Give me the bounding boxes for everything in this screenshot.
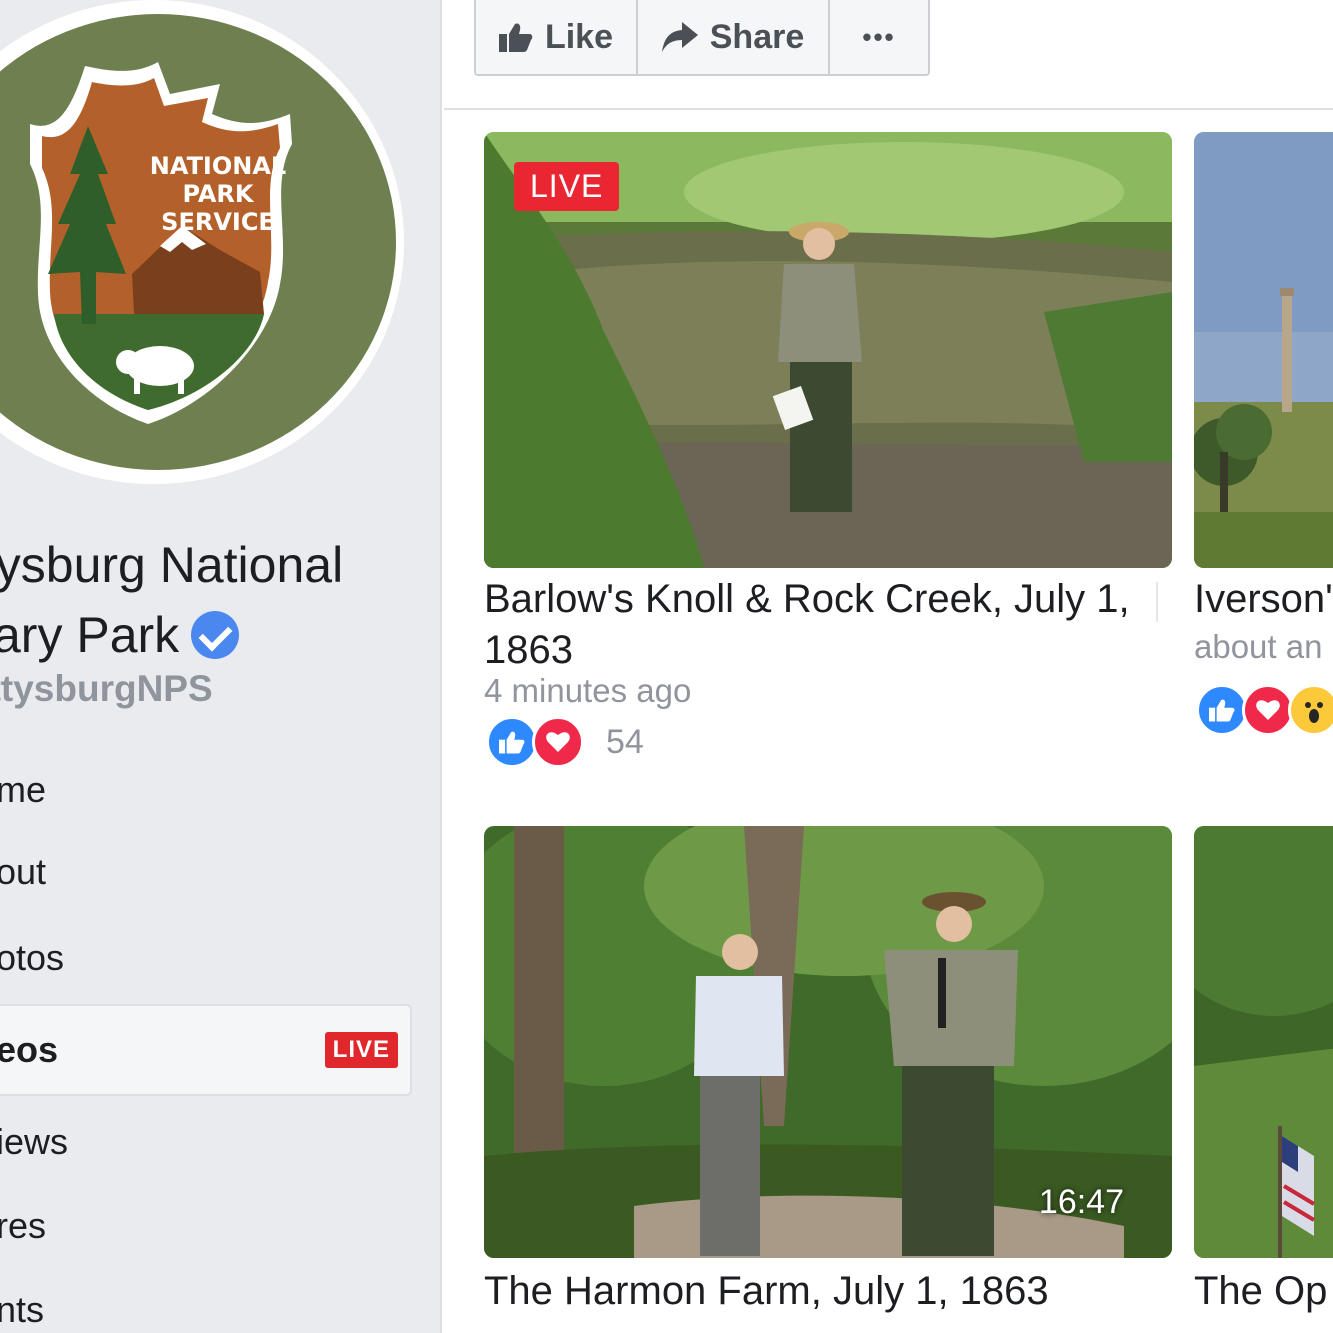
like-reaction-icon bbox=[486, 716, 538, 768]
sidebar-item-label: out bbox=[0, 851, 47, 892]
profile-picture[interactable]: NATIONAL PARK SERVICE bbox=[0, 14, 396, 470]
love-reaction-icon bbox=[532, 716, 584, 768]
sidebar-item-reviews[interactable]: iews bbox=[0, 1096, 412, 1188]
live-tag: LIVE bbox=[514, 162, 620, 211]
nps-arrowhead-logo: NATIONAL PARK SERVICE bbox=[30, 62, 292, 424]
video-timestamp: 4 minutes ago bbox=[484, 672, 692, 709]
page-sidebar: NATIONAL PARK SERVICE ttysburg National … bbox=[0, 0, 442, 1333]
video-title[interactable]: The Harmon Farm, July 1, 1863 bbox=[484, 1266, 1164, 1320]
sidebar-item-label: me bbox=[0, 769, 47, 810]
page-action-bar: Like Share ••• bbox=[444, 0, 1333, 110]
nps-logo-text-1: NATIONAL bbox=[150, 152, 286, 180]
sidebar-item-photos[interactable]: otos bbox=[0, 912, 412, 1004]
video-duration: 16:47 bbox=[1038, 1183, 1124, 1221]
reaction-count: 54 bbox=[606, 722, 644, 761]
share-arrow-icon bbox=[661, 22, 698, 52]
sidebar-item-home[interactable]: me bbox=[0, 744, 412, 836]
video-thumbnail[interactable]: LIVE bbox=[484, 132, 1172, 568]
share-button[interactable]: Share bbox=[638, 0, 830, 74]
video-thumbnail[interactable]: 16:47 bbox=[484, 826, 1172, 1258]
like-button[interactable]: Like bbox=[476, 0, 638, 74]
sidebar-item-videos[interactable]: eos LIVE bbox=[0, 1004, 412, 1096]
nps-logo-text-2: PARK bbox=[182, 180, 254, 208]
video-thumbnail[interactable] bbox=[1194, 132, 1333, 568]
wow-reaction-icon bbox=[1288, 684, 1333, 736]
sidebar-item-stores[interactable]: res bbox=[0, 1180, 412, 1272]
live-badge: LIVE bbox=[324, 1032, 398, 1068]
sidebar-item-events[interactable]: nts bbox=[0, 1264, 412, 1333]
sidebar-item-label: res bbox=[0, 1205, 47, 1246]
like-reaction-icon bbox=[1196, 684, 1248, 736]
sidebar-item-label: otos bbox=[0, 937, 65, 978]
more-options-button[interactable]: ••• bbox=[830, 0, 928, 74]
video-thumbnail[interactable] bbox=[1194, 826, 1333, 1258]
reactions-summary[interactable]: 54 bbox=[486, 716, 644, 768]
page-handle[interactable]: ettysburgNPS bbox=[0, 668, 213, 710]
like-button-label: Like bbox=[544, 17, 614, 56]
action-button-group: Like Share ••• bbox=[474, 0, 930, 76]
share-button-label: Share bbox=[709, 17, 805, 56]
thumbs-up-icon bbox=[498, 22, 533, 52]
video-thumbnail-image bbox=[1194, 826, 1333, 1258]
video-title[interactable]: Barlow's Knoll & Rock Creek, July 1, 186… bbox=[484, 574, 1164, 680]
video-timestamp: about an bbox=[1194, 628, 1323, 665]
nps-logo-text-3: SERVICE bbox=[161, 208, 275, 236]
sidebar-item-about[interactable]: out bbox=[0, 826, 412, 918]
sidebar-item-label: iews bbox=[0, 1121, 69, 1162]
verified-badge-icon bbox=[191, 611, 240, 659]
card-divider bbox=[1156, 582, 1158, 622]
sidebar-item-label: nts bbox=[0, 1289, 45, 1330]
page-title[interactable]: ttysburg National itary Park bbox=[0, 530, 343, 670]
video-title[interactable]: Iverson' bbox=[1194, 574, 1333, 628]
love-reaction-icon bbox=[1242, 684, 1294, 736]
sidebar-item-label: eos bbox=[0, 1029, 59, 1070]
video-title[interactable]: The Op bbox=[1194, 1266, 1333, 1320]
video-thumbnail-image bbox=[1194, 132, 1333, 568]
reactions-summary[interactable] bbox=[1196, 684, 1333, 736]
more-dots-icon: ••• bbox=[862, 21, 896, 52]
page-title-line1: ttysburg National bbox=[0, 537, 344, 593]
page-title-line2: itary Park bbox=[0, 607, 180, 663]
